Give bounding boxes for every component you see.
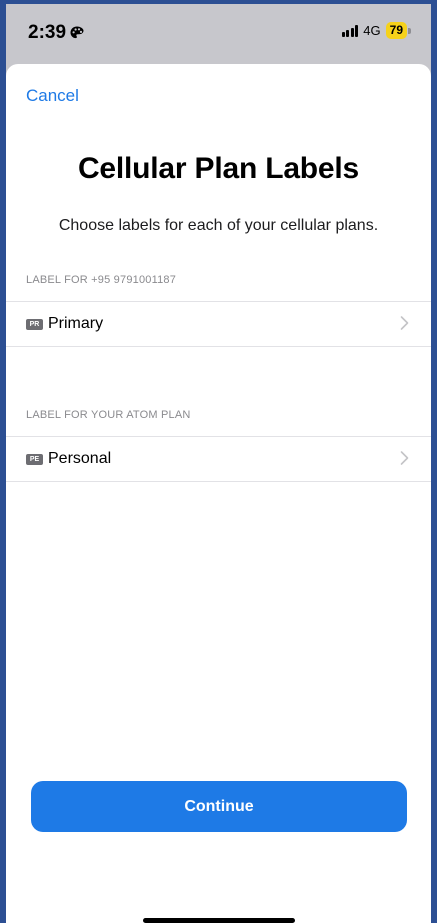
signal-icon [341,24,359,37]
battery-cap [408,27,411,34]
section-header-personal: LABEL FOR YOUR ATOM PLAN [26,409,191,421]
status-time: 2:39 [28,22,85,44]
plan-label: Primary [48,315,104,332]
battery-icon: 79 [385,22,411,39]
status-bar: 2:39 4G 79 [6,4,431,62]
plan-label: Personal [48,450,112,467]
palette-icon [69,25,85,41]
cancel-button[interactable]: Cancel [26,86,79,106]
time-label: 2:39 [28,22,67,43]
continue-button[interactable]: Continue [31,781,407,832]
plan-row-primary[interactable]: PR Primary [6,301,431,347]
status-right: 4G 79 [341,22,411,39]
plan-row-personal[interactable]: PE Personal [6,436,431,482]
section-header-primary: LABEL FOR +95 9791001187 [26,274,177,286]
home-indicator[interactable] [143,918,295,923]
network-type: 4G [363,23,381,38]
modal-sheet: Cancel Cellular Plan Labels Choose label… [6,64,431,923]
battery-level: 79 [385,22,407,39]
page-subtitle: Choose labels for each of your cellular … [58,217,379,234]
page-title: Cellular Plan Labels [77,152,360,185]
chevron-right-icon [400,315,409,336]
plan-badge-icon: PE [26,453,43,465]
phone-screen: 2:39 4G 79 Cancel Cellular Plan Labels C… [6,4,431,923]
chevron-right-icon [400,450,409,471]
plan-badge-icon: PR [26,318,43,330]
